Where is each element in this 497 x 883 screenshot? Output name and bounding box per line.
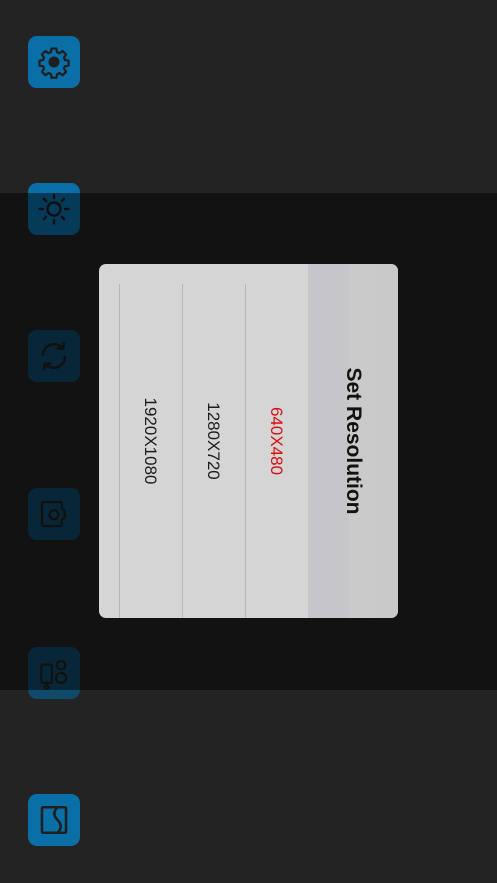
divider xyxy=(119,284,120,618)
resolution-dialog: Set Resolution 640X480 1280X720 1920X108… xyxy=(99,264,398,618)
dialog-title: Set Resolution xyxy=(342,367,365,515)
option-640x480[interactable]: 640X480 xyxy=(266,407,286,475)
settings-button[interactable] xyxy=(28,36,80,88)
mirror-button[interactable] xyxy=(28,794,80,846)
divider xyxy=(182,284,183,618)
gear-icon xyxy=(37,45,71,79)
option-1280x720[interactable]: 1280X720 xyxy=(203,402,223,480)
mirror-icon xyxy=(37,803,71,837)
option-1920x1080[interactable]: 1920X1080 xyxy=(140,398,160,485)
divider xyxy=(245,284,246,618)
